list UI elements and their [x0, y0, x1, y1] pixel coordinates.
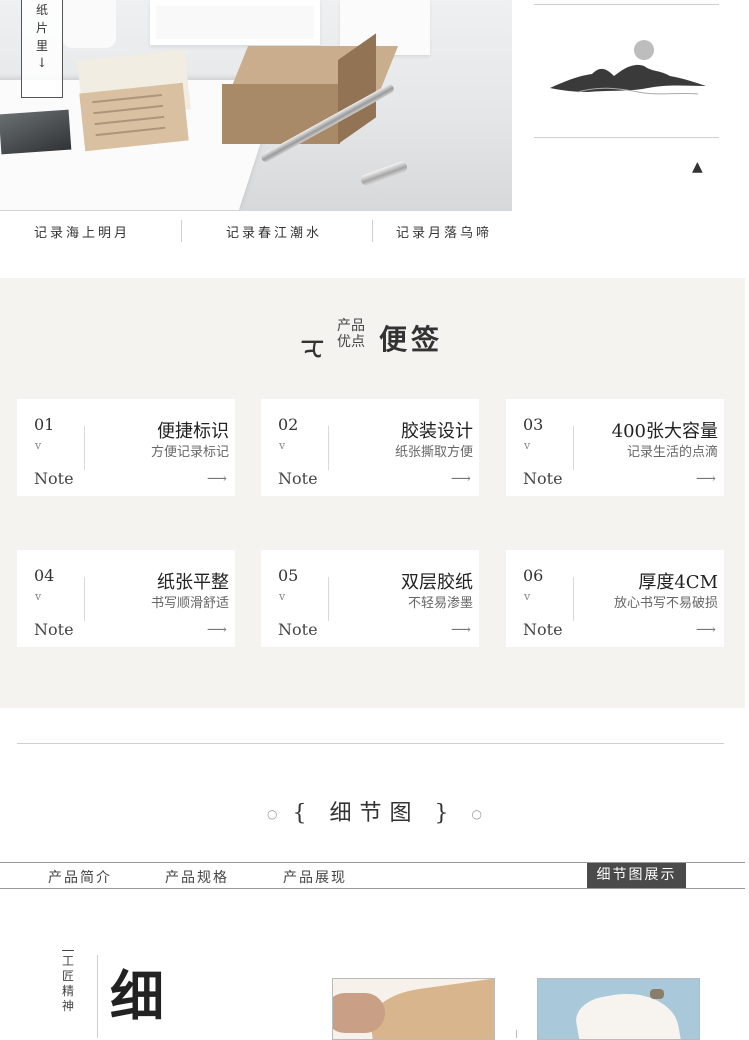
card-number: 04 [34, 566, 55, 585]
brace-left: { [292, 801, 315, 826]
brush-stroke-icon: ᠽ [300, 327, 325, 362]
title-small: 产品 优点 [334, 318, 368, 350]
advantage-card: 06 v 厚度4CM 放心书写不易破损 Note ⟶ [506, 550, 724, 647]
craft-char: 精 [61, 984, 74, 998]
card-note: Note [523, 620, 563, 639]
card-note: Note [523, 469, 563, 488]
arrow-right-icon: ⟶ [695, 622, 716, 638]
card-divider [573, 577, 574, 621]
detail-image-2 [537, 978, 700, 1040]
chevron-down-icon: v [524, 439, 531, 452]
card-note: Note [278, 469, 318, 488]
cup-shape [62, 0, 116, 48]
chevron-down-icon: v [524, 590, 531, 603]
divider [534, 4, 719, 5]
card-number: 06 [523, 566, 544, 585]
arrow-right-icon: ⟶ [206, 622, 227, 638]
card-number: 01 [34, 415, 55, 434]
kraft-note [79, 82, 189, 152]
advantage-card: 02 v 胶装设计纸张撕取方便 Note ⟶ [261, 399, 479, 496]
section-nav: 产品简介 产品规格 产品展现 细节图展示 [0, 862, 745, 889]
card-title: 厚度4CM [638, 572, 718, 593]
photo-frame [150, 0, 320, 45]
caption: 记录春江潮水 [226, 226, 323, 241]
nav-item-detail-active[interactable]: 细节图展示 [587, 863, 686, 888]
circle-icon: ○ [471, 807, 482, 821]
vertical-label-char: 片 [35, 21, 48, 35]
card-subtitle: 纸张撕取方便 [394, 445, 473, 460]
landscape-photo [0, 109, 72, 155]
card-divider [84, 426, 85, 470]
ink-mountain-icon [550, 40, 706, 95]
chevron-down-icon: v [279, 590, 286, 603]
vertical-label-char: 纸 [35, 3, 48, 17]
advantage-card: 05 v 双层胶纸不轻易渗墨 Note ⟶ [261, 550, 479, 647]
craft-char: 工 [61, 954, 74, 968]
card-title: 胶装设计 [401, 421, 473, 442]
vertical-label-char: 里 [35, 39, 48, 53]
vertical-label: 纸 片 里 ↓ [21, 0, 63, 98]
title-small-line: 优点 [337, 334, 365, 350]
card-number: 05 [278, 566, 299, 585]
detail-image-1 [332, 978, 495, 1040]
arrow-right-icon: ⟶ [206, 471, 227, 487]
chevron-down-icon: v [35, 590, 42, 603]
caption-divider [372, 220, 373, 242]
card-subtitle: 书写顺滑舒适 [150, 596, 229, 611]
craft-char: 神 [61, 999, 74, 1013]
pen-cap [359, 160, 409, 187]
detail-title-text: 细节图 [329, 801, 420, 826]
hero-side-art: ▲ [534, 0, 719, 211]
card-note: Note [278, 620, 318, 639]
card-subtitle: 方便记录标记 [150, 445, 229, 460]
chevron-down-icon: v [279, 439, 286, 452]
card-divider [328, 577, 329, 621]
card-divider [573, 426, 574, 470]
card-divider [84, 577, 85, 621]
divider [534, 137, 719, 138]
caption: 记录月落乌啼 [396, 226, 493, 241]
card-subtitle: 不轻易渗墨 [407, 596, 473, 611]
caption: 记录海上明月 [34, 226, 131, 241]
card-title: 400张大容量 [611, 421, 718, 442]
brace-right: } [434, 801, 457, 826]
hero-captions: 记录海上明月 记录春江潮水 记录月落乌啼 [0, 216, 520, 248]
card-note: Note [34, 620, 74, 639]
cloud-mountain-icon: ▲ [692, 159, 703, 175]
nav-item-intro[interactable]: 产品简介 [48, 867, 112, 887]
nav-item-spec[interactable]: 产品规格 [165, 867, 229, 887]
arrow-down-icon: ↓ [36, 56, 48, 71]
circle-icon: ○ [267, 807, 278, 821]
craft-label: 工 匠 精 神 [58, 950, 78, 1014]
title-small-line: 产品 [337, 318, 365, 334]
note-cube-front [222, 84, 340, 144]
card-subtitle: 记录生活的点滴 [626, 445, 718, 460]
arrow-right-icon: ⟶ [450, 622, 471, 638]
divider-tick [516, 1030, 517, 1038]
nav-item-show[interactable]: 产品展现 [283, 867, 347, 887]
detail-title: ○ { 细节图 } ○ [0, 795, 749, 827]
card-note: Note [34, 469, 74, 488]
advantage-card: 03 v 400张大容量记录生活的点滴 Note ⟶ [506, 399, 724, 496]
card-title: 纸张平整 [157, 572, 229, 593]
section-divider [17, 743, 724, 744]
card-number: 03 [523, 415, 544, 434]
arrow-right-icon: ⟶ [695, 471, 716, 487]
craft-bar [62, 950, 74, 951]
hero-product-photo: 纸 片 里 ↓ [0, 0, 512, 211]
card-title: 便捷标识 [157, 421, 229, 442]
card-number: 02 [278, 415, 299, 434]
arrow-right-icon: ⟶ [450, 471, 471, 487]
title-big: 便签 [379, 323, 444, 356]
card-divider [328, 426, 329, 470]
card-title: 双层胶纸 [401, 572, 473, 593]
craft-divider [97, 955, 98, 1038]
craft-char: 匠 [61, 969, 74, 983]
chevron-down-icon: v [35, 439, 42, 452]
card-subtitle: 放心书写不易破损 [613, 596, 718, 611]
big-calligraphy-char: 细 [110, 964, 164, 1028]
advantage-card: 01 v 便捷标识方便记录标记 Note ⟶ [17, 399, 235, 496]
caption-divider [181, 220, 182, 242]
advantage-card: 04 v 纸张平整书写顺滑舒适 Note ⟶ [17, 550, 235, 647]
